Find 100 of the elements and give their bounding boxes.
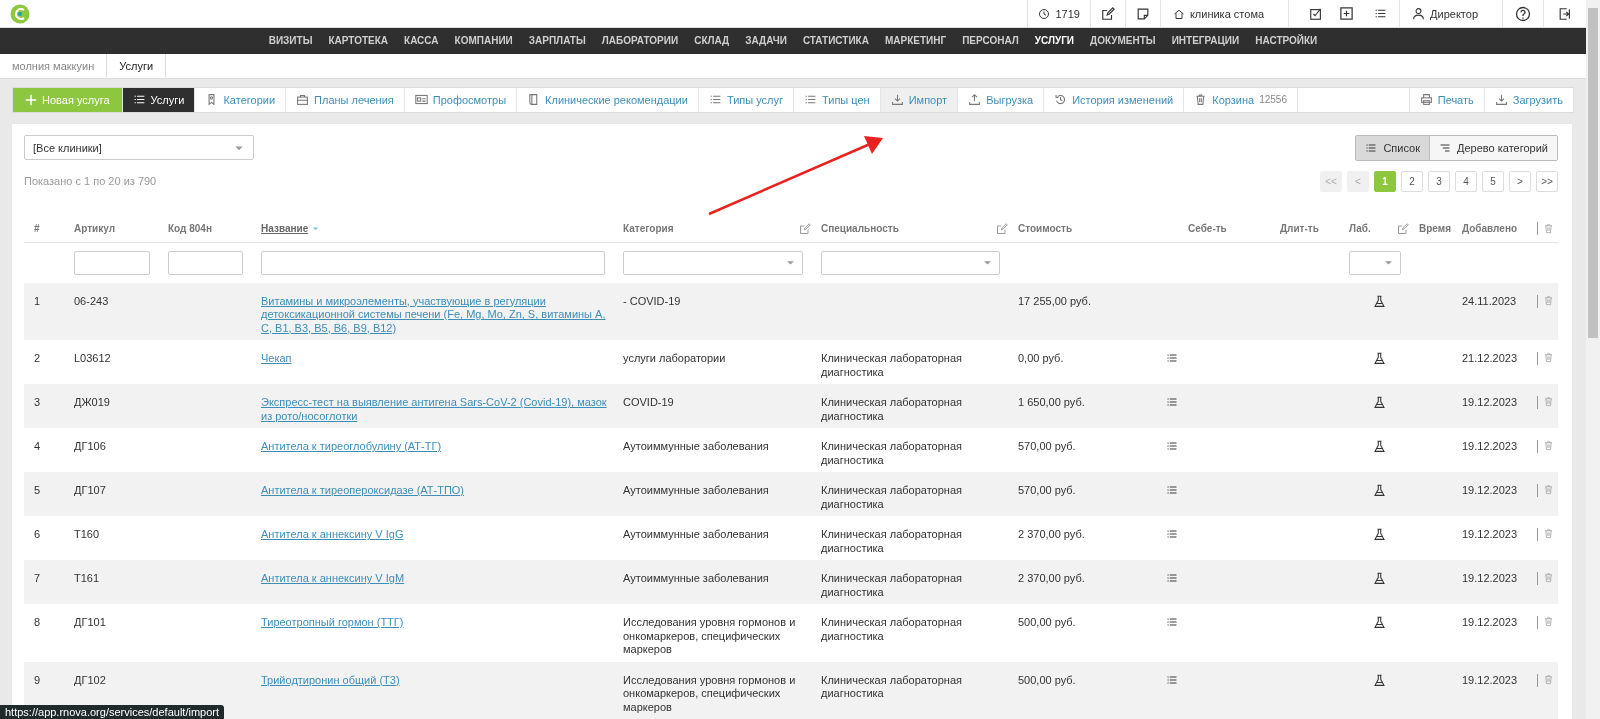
service-link[interactable]: Антитела к аннексину V IgG (261, 528, 613, 542)
nav-item[interactable]: КОМПАНИИ (446, 35, 521, 47)
flask-icon[interactable] (1372, 572, 1386, 585)
toolbar-tab[interactable]: Категории (195, 88, 287, 112)
pagination-button[interactable]: 2 (1401, 170, 1423, 192)
pagination-button[interactable]: >> (1536, 170, 1558, 192)
toolbar-tab[interactable]: Выгрузка (958, 88, 1045, 112)
nav-item[interactable]: ЗАДАЧИ (737, 35, 795, 47)
flask-icon[interactable] (1372, 352, 1386, 365)
row-number: 7 (34, 572, 41, 584)
nav-item[interactable]: ЗАРПЛАТЫ (520, 35, 594, 47)
flask-icon[interactable] (1372, 673, 1386, 687)
count-text: 12556 (1259, 94, 1287, 106)
filter-select[interactable] (623, 250, 803, 275)
nav-item[interactable]: СТАТИСТИКА (794, 35, 877, 47)
timer-icon[interactable] (1038, 7, 1051, 20)
nav-item[interactable]: КАССА (396, 35, 447, 47)
checkbox-icon[interactable] (1309, 6, 1324, 21)
trash-icon[interactable] (1543, 673, 1554, 685)
trash-icon[interactable] (1543, 294, 1554, 306)
column-header[interactable]: Название (261, 223, 309, 234)
pagination-button[interactable]: > (1509, 170, 1531, 192)
table-cell: 19.12.2023 (1462, 484, 1518, 496)
table-cell: 21.12.2023 (1462, 352, 1518, 364)
row-number: 1 (34, 294, 41, 307)
trash-icon[interactable] (1543, 528, 1554, 539)
table-cell: 500,00 руб. (1018, 673, 1076, 686)
tab-label: Клинические рекомендации (545, 93, 688, 106)
view-toggle-button[interactable]: Список (1356, 135, 1430, 160)
service-link[interactable]: Тиреотропный гормон (ТТГ) (261, 616, 613, 630)
nav-item[interactable]: МАРКЕТИНГ (876, 35, 955, 47)
pagination-button[interactable]: 3 (1428, 170, 1450, 192)
toolbar-action[interactable]: Печать (1408, 88, 1484, 112)
nav-item[interactable]: КАРТОТЕКА (320, 35, 397, 47)
note-icon[interactable] (1135, 6, 1150, 21)
flask-icon[interactable] (1372, 294, 1386, 308)
flask-icon[interactable] (1372, 440, 1386, 453)
breadcrumb-tab[interactable]: Услуги (106, 53, 167, 79)
logout-icon[interactable] (1558, 6, 1572, 21)
clinic-select[interactable]: [Все клиники] (24, 135, 254, 160)
toolbar-tab[interactable]: Услуги (122, 88, 196, 112)
home-icon[interactable] (1172, 7, 1185, 20)
flask-icon[interactable] (1372, 396, 1386, 409)
breadcrumb-tab[interactable]: молния маккуин (0, 53, 107, 79)
nav-item[interactable]: ЛАБОРАТОРИИ (593, 35, 687, 47)
pagination-button[interactable]: 4 (1455, 170, 1477, 192)
trash-icon[interactable] (1543, 440, 1554, 451)
clinic-name[interactable]: клиника стома (1189, 7, 1265, 20)
trash-icon[interactable] (1543, 223, 1554, 234)
user-icon[interactable] (1412, 7, 1426, 20)
flask-icon[interactable] (1372, 484, 1386, 497)
filter-input[interactable] (168, 250, 243, 275)
toolbar-tab[interactable]: Профосмотры (404, 88, 518, 112)
nav-item[interactable]: УСЛУГИ (1026, 35, 1083, 47)
column-header: Артикул (74, 223, 116, 234)
filter-input[interactable] (74, 250, 150, 275)
sort-caret-icon[interactable] (311, 224, 321, 233)
service-link[interactable]: Антитела к тиреоглобулину (АТ-ТГ) (261, 440, 613, 454)
edit-icon[interactable] (1100, 6, 1115, 21)
view-toggle-button[interactable]: Дерево категорий (1429, 135, 1557, 160)
toolbar-tab[interactable]: Корзина 12556 (1184, 88, 1298, 112)
timer-text[interactable]: 1719 (1055, 7, 1080, 20)
scrollbar-thumb[interactable] (1588, 8, 1598, 338)
toolbar-tab[interactable]: Клинические рекомендации (517, 88, 699, 112)
nav-item[interactable]: НАСТРОЙКИ (1247, 35, 1326, 47)
list-icon[interactable] (1374, 7, 1388, 20)
toolbar-tab[interactable]: Типы цен (794, 88, 881, 112)
help-icon[interactable] (1515, 5, 1531, 22)
add-icon[interactable] (1339, 6, 1355, 21)
flask-icon[interactable] (1372, 616, 1386, 629)
toolbar-tab[interactable]: История изменений (1044, 88, 1185, 112)
trash-icon[interactable] (1543, 572, 1554, 583)
filter-select[interactable] (1349, 250, 1401, 275)
filter-select[interactable] (821, 250, 1000, 275)
list-icon (1365, 141, 1378, 154)
column-header: Лаб. (1349, 223, 1371, 234)
flask-icon[interactable] (1372, 528, 1386, 541)
toolbar-action[interactable]: Загрузить (1483, 88, 1573, 112)
filter-input[interactable] (261, 250, 605, 275)
nav-item[interactable]: ДОКУМЕНТЫ (1082, 35, 1164, 47)
nav-item[interactable]: СКЛАД (686, 35, 738, 47)
trash-icon[interactable] (1543, 352, 1554, 363)
nav-item[interactable]: ВИЗИТЫ (260, 35, 321, 47)
toolbar-tab[interactable]: Типы услуг (698, 88, 794, 112)
logo-icon[interactable] (10, 3, 30, 24)
table-cell: 19.12.2023 (1462, 440, 1518, 452)
trash-icon[interactable] (1543, 396, 1554, 407)
row-number: 8 (34, 616, 41, 628)
pagination-button[interactable]: 5 (1482, 170, 1504, 192)
trash-icon[interactable] (1543, 616, 1554, 627)
trash-icon[interactable] (1543, 484, 1554, 495)
nav-item[interactable]: ИНТЕГРАЦИИ (1163, 35, 1248, 47)
service-link[interactable]: Чекап (261, 352, 613, 366)
toolbar-tab[interactable]: Планы лечения (286, 88, 405, 112)
user-name[interactable]: Директор (1430, 7, 1478, 20)
table-cell: ДГ106 (74, 440, 106, 452)
column-header: Специальность (821, 223, 899, 234)
nav-item[interactable]: ПЕРСОНАЛ (954, 35, 1027, 47)
column-header: Себе-ть (1188, 223, 1227, 234)
download-icon (1494, 93, 1508, 107)
